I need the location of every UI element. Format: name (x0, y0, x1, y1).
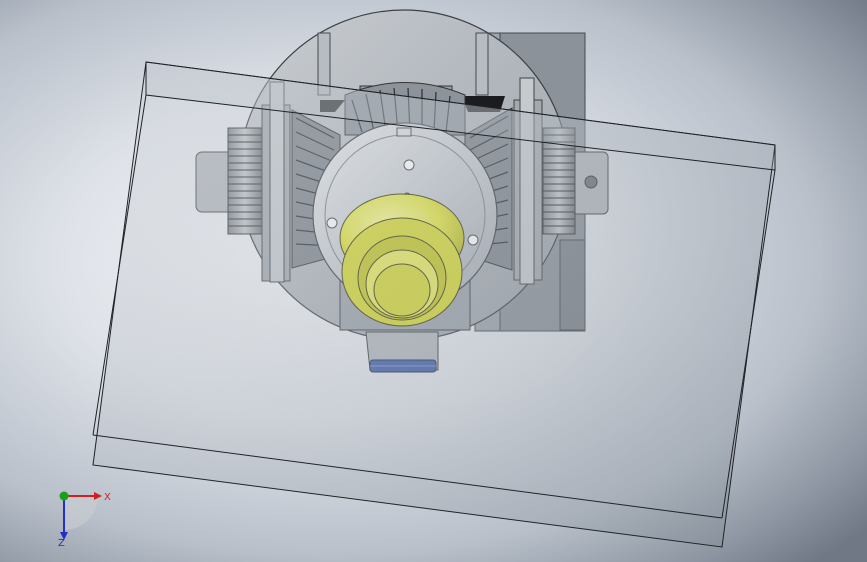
model-view[interactable] (0, 0, 867, 562)
axis-triad: X Z (58, 491, 111, 548)
x-axis-arrow (94, 492, 102, 500)
x-axis-label: X (104, 492, 111, 503)
transparent-base-plate[interactable] (92, 61, 776, 548)
graphics-viewport[interactable]: X Z (0, 0, 867, 562)
z-axis-label: Z (58, 538, 65, 548)
y-axis-dot (59, 491, 69, 501)
